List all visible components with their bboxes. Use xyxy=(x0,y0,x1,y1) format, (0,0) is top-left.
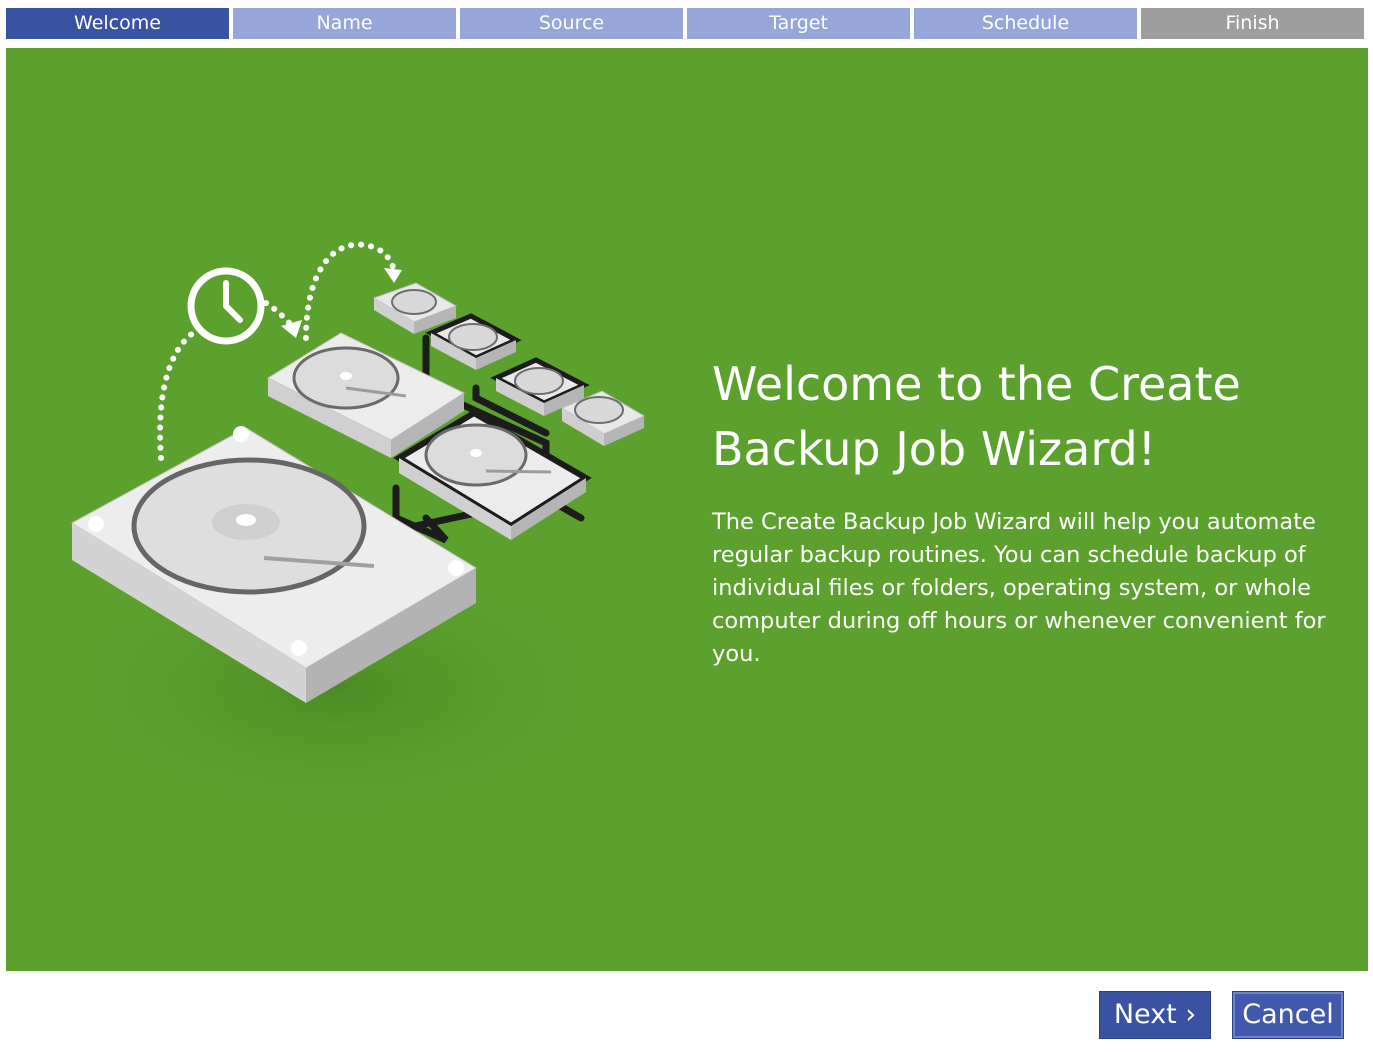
step-schedule: Schedule xyxy=(914,8,1137,39)
wizard-steps: Welcome Name Source Target Schedule Fini… xyxy=(6,8,1364,39)
backup-illustration xyxy=(36,241,646,828)
welcome-panel: Welcome to the Create Backup Job Wizard!… xyxy=(6,48,1368,971)
step-finish: Finish xyxy=(1141,8,1364,39)
clock-icon xyxy=(187,267,265,345)
step-welcome: Welcome xyxy=(6,8,229,39)
next-button[interactable]: Next › xyxy=(1099,991,1211,1039)
arrow-head xyxy=(384,268,402,283)
step-source: Source xyxy=(460,8,683,39)
page-title: Welcome to the Create Backup Job Wizard! xyxy=(712,357,1241,476)
step-target: Target xyxy=(687,8,910,39)
hard-drive-icon xyxy=(425,313,522,370)
cancel-button[interactable]: Cancel xyxy=(1232,991,1344,1039)
step-name: Name xyxy=(233,8,456,39)
welcome-description: The Create Backup Job Wizard will help y… xyxy=(712,509,1326,667)
